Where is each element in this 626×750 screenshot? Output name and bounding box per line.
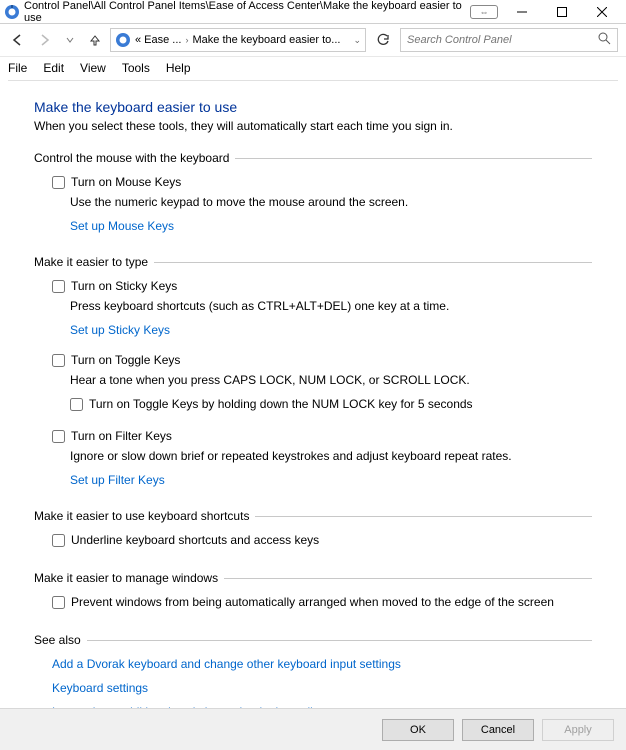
menu-view[interactable]: View <box>80 61 106 75</box>
menu-edit[interactable]: Edit <box>43 61 64 75</box>
menu-tools[interactable]: Tools <box>122 61 150 75</box>
section-legend: Make it easier to type <box>34 255 154 269</box>
minimize-button[interactable] <box>502 0 542 24</box>
titlebar-extra-icon: ⇔ <box>470 5 498 19</box>
label-prevent-arrange[interactable]: Prevent windows from being automatically… <box>71 595 554 609</box>
link-setup-sticky-keys[interactable]: Set up Sticky Keys <box>70 323 170 337</box>
link-setup-mouse-keys[interactable]: Set up Mouse Keys <box>70 219 174 233</box>
label-mouse-keys[interactable]: Turn on Mouse Keys <box>71 175 181 189</box>
link-keyboard-settings[interactable]: Keyboard settings <box>52 681 148 695</box>
label-toggle-keys[interactable]: Turn on Toggle Keys <box>71 353 180 367</box>
page-subtitle: When you select these tools, they will a… <box>34 119 592 133</box>
description-toggle-keys: Hear a tone when you press CAPS LOCK, NU… <box>70 373 592 387</box>
link-setup-filter-keys[interactable]: Set up Filter Keys <box>70 473 165 487</box>
label-underline-shortcuts[interactable]: Underline keyboard shortcuts and access … <box>71 533 319 547</box>
menubar: File Edit View Tools Help <box>0 56 626 78</box>
close-button[interactable] <box>582 0 622 24</box>
checkbox-filter-keys[interactable] <box>52 430 65 443</box>
section-easier-type: Make it easier to type Turn on Sticky Ke… <box>34 255 592 491</box>
search-icon <box>598 32 611 48</box>
checkbox-underline-shortcuts[interactable] <box>52 534 65 547</box>
maximize-button[interactable] <box>542 0 582 24</box>
checkbox-toggle-keys-hold[interactable] <box>70 398 83 411</box>
content-area: Make the keyboard easier to use When you… <box>0 81 626 711</box>
control-panel-icon <box>115 32 131 48</box>
menu-file[interactable]: File <box>8 61 27 75</box>
page-title: Make the keyboard easier to use <box>34 99 592 115</box>
section-see-also: See also Add a Dvorak keyboard and chang… <box>34 633 592 711</box>
search-box[interactable] <box>400 28 618 52</box>
description-filter-keys: Ignore or slow down brief or repeated ke… <box>70 449 592 463</box>
checkbox-sticky-keys[interactable] <box>52 280 65 293</box>
breadcrumb-segment[interactable]: « Ease ... <box>135 34 181 46</box>
description-mouse-keys: Use the numeric keypad to move the mouse… <box>70 195 592 209</box>
address-bar[interactable]: « Ease ... › Make the keyboard easier to… <box>110 28 366 52</box>
section-legend: Control the mouse with the keyboard <box>34 151 235 165</box>
checkbox-mouse-keys[interactable] <box>52 176 65 189</box>
forward-button[interactable] <box>34 30 54 50</box>
control-panel-icon <box>4 4 20 20</box>
label-toggle-keys-hold[interactable]: Turn on Toggle Keys by holding down the … <box>89 397 473 411</box>
address-dropdown-icon[interactable]: ⌄ <box>353 35 361 46</box>
apply-button[interactable]: Apply <box>542 719 614 741</box>
section-legend: Make it easier to use keyboard shortcuts <box>34 509 255 523</box>
search-input[interactable] <box>407 34 598 46</box>
refresh-button[interactable] <box>372 29 394 51</box>
label-filter-keys[interactable]: Turn on Filter Keys <box>71 429 172 443</box>
description-sticky-keys: Press keyboard shortcuts (such as CTRL+A… <box>70 299 592 313</box>
ok-button[interactable]: OK <box>382 719 454 741</box>
footer-button-bar: OK Cancel Apply <box>0 708 626 750</box>
window-title: Control Panel\All Control Panel Items\Ea… <box>24 0 470 24</box>
up-button[interactable] <box>86 31 104 49</box>
link-dvorak[interactable]: Add a Dvorak keyboard and change other k… <box>52 657 401 671</box>
menu-help[interactable]: Help <box>166 61 191 75</box>
section-legend: See also <box>34 633 87 647</box>
section-keyboard-shortcuts: Make it easier to use keyboard shortcuts… <box>34 509 592 553</box>
chevron-right-icon: › <box>185 35 188 45</box>
checkbox-toggle-keys[interactable] <box>52 354 65 367</box>
label-sticky-keys[interactable]: Turn on Sticky Keys <box>71 279 177 293</box>
titlebar: Control Panel\All Control Panel Items\Ea… <box>0 0 626 24</box>
section-legend: Make it easier to manage windows <box>34 571 224 585</box>
breadcrumb-segment[interactable]: Make the keyboard easier to... <box>192 34 340 46</box>
section-mouse-control: Control the mouse with the keyboard Turn… <box>34 151 592 237</box>
checkbox-prevent-arrange[interactable] <box>52 596 65 609</box>
cancel-button[interactable]: Cancel <box>462 719 534 741</box>
section-manage-windows: Make it easier to manage windows Prevent… <box>34 571 592 615</box>
navbar: « Ease ... › Make the keyboard easier to… <box>0 24 626 56</box>
recent-dropdown-icon[interactable] <box>60 30 80 50</box>
back-button[interactable] <box>8 30 28 50</box>
